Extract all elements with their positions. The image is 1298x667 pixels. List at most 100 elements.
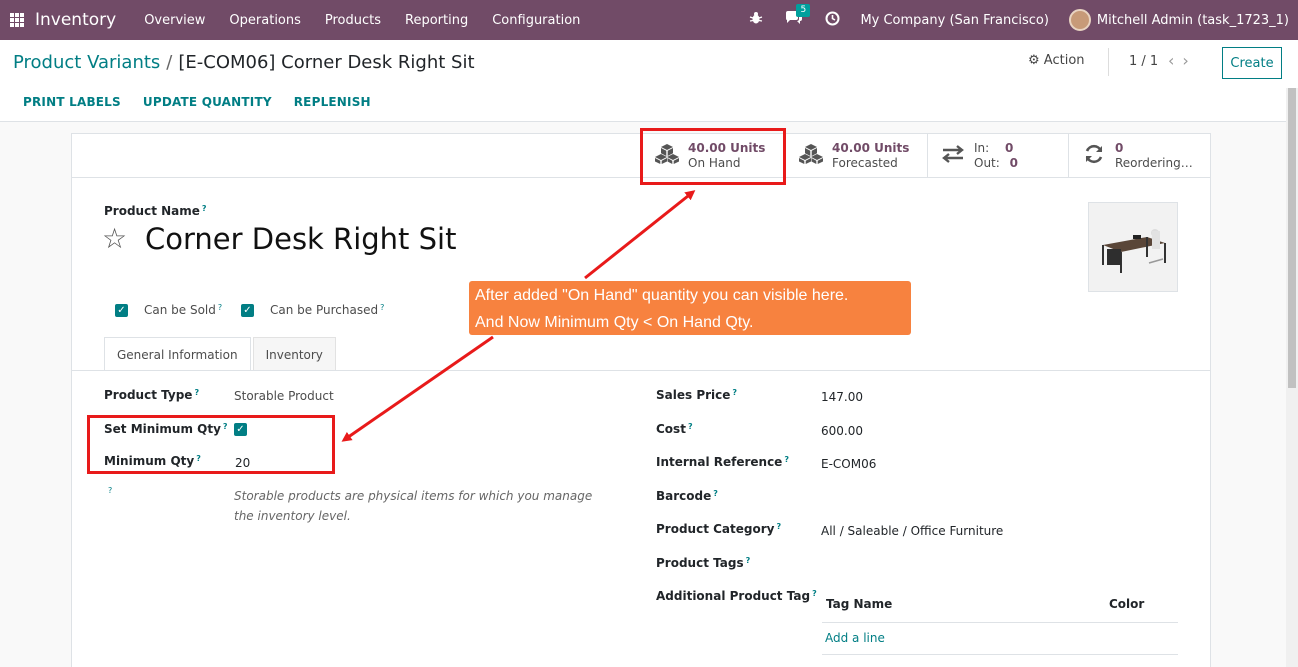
star-icon[interactable]: ☆ [102,222,127,255]
help-icon[interactable]: ? [194,388,199,397]
form-tabs: General Information Inventory [104,337,338,371]
help-icon[interactable]: ? [812,589,817,598]
exchange-arrows-icon [940,144,966,168]
pager-arrows: ‹› [1168,51,1197,70]
barcode-label: Barcode? [656,489,718,503]
bug-icon[interactable] [749,11,763,29]
in-value: 0 [1005,141,1014,155]
create-button[interactable]: Create [1222,47,1282,79]
product-type-label: Product Type? [104,388,200,402]
reorder-label: Reordering… [1115,156,1193,170]
help-icon[interactable]: ? [688,422,693,431]
tag-name-column[interactable]: Tag Name [826,597,892,611]
help-icon[interactable]: ? [746,556,751,565]
user-avatar[interactable] [1068,9,1091,31]
reordering-button[interactable]: 0 Reordering… [1068,134,1210,178]
pager-value[interactable]: 1 / 1 [1129,54,1158,69]
chevron-right-icon[interactable]: › [1182,51,1196,70]
reorder-value: 0 [1115,141,1124,155]
pager-divider [1108,48,1109,76]
company-switcher[interactable]: My Company (San Francisco) [860,13,1048,28]
top-navbar: Inventory Overview Operations Products R… [0,0,1298,40]
can-be-purchased-label: Can be Purchased? [270,303,385,317]
help-icon[interactable]: ? [108,486,112,495]
menu-products[interactable]: Products [325,13,381,28]
action-label: Action [1043,53,1085,68]
cubes-icon [798,143,824,170]
add-line-row: Add a line [822,623,1178,655]
annotation-callout: After added "On Hand" quantity you can v… [469,281,911,335]
internal-ref-label: Internal Reference? [656,455,789,469]
additional-tag-label: Additional Product Tag? [656,589,817,603]
update-quantity-button[interactable]: UPDATE QUANTITY [143,95,272,109]
desk-image [1089,203,1177,291]
callout-line-1: After added "On Hand" quantity you can v… [475,287,849,304]
menu-overview[interactable]: Overview [144,13,205,28]
action-button[interactable]: ⚙ Action [1028,53,1085,68]
product-tags-label: Product Tags? [656,556,751,570]
breadcrumb-parent[interactable]: Product Variants [13,52,160,73]
add-line-link[interactable]: Add a line [825,631,885,645]
product-image[interactable] [1088,202,1178,292]
product-name[interactable]: Corner Desk Right Sit [145,222,456,256]
replenish-button[interactable]: REPLENISH [294,95,371,109]
help-icon[interactable]: ? [732,388,737,397]
sales-price-value[interactable]: 147.00 [821,390,863,404]
print-labels-button[interactable]: PRINT LABELS [23,95,121,109]
form-toolbar: PRINT LABELS UPDATE QUANTITY REPLENISH [23,95,393,109]
forecasted-button[interactable]: 40.00 Units Forecasted [785,134,927,178]
highlight-min-qty [87,415,335,474]
product-type-value[interactable]: Storable Product [234,389,334,403]
form-sheet: 40.00 Units On Hand 40.00 Units Forecast… [71,133,1211,667]
tag-table-header: Tag Name Color [822,589,1178,623]
menu-operations[interactable]: Operations [229,13,300,28]
clock-icon[interactable] [825,11,840,30]
help-icon[interactable]: ? [784,455,789,464]
scrollbar-thumb[interactable] [1288,88,1296,388]
tag-table: Tag Name Color Add a line [822,589,1178,655]
cost-label: Cost? [656,422,693,436]
gear-icon: ⚙ [1028,53,1040,68]
control-panel: Product Variants / [E-COM06] Corner Desk R… [0,40,1298,122]
chevron-left-icon[interactable]: ‹ [1168,51,1182,70]
menu-reporting[interactable]: Reporting [405,13,468,28]
forecast-value: 40.00 Units [832,141,910,155]
page-scrollbar[interactable] [1286,88,1298,667]
tabs-divider [72,370,1210,371]
can-be-purchased-checkbox[interactable]: ✓ [241,304,254,317]
forecast-label: Forecasted [832,156,898,170]
product-category-value[interactable]: All / Saleable / Office Furniture [821,524,1003,538]
help-icon[interactable]: ? [380,303,384,312]
product-name-label: Product Name? [104,204,207,218]
can-be-sold-checkbox[interactable]: ✓ [115,304,128,317]
tab-inventory[interactable]: Inventory [252,337,336,371]
chat-badge: 5 [796,3,811,17]
callout-line-2: And Now Minimum Qty < On Hand Qty. [475,314,754,331]
highlight-on-hand [640,128,786,185]
product-type-help: Storable products are physical items for… [234,489,593,523]
refresh-icon [1081,143,1107,170]
out-label: Out: [974,156,1000,170]
tab-general-information[interactable]: General Information [104,337,251,371]
user-menu[interactable]: Mitchell Admin (task_1723_1) [1097,13,1289,28]
in-out-button[interactable]: In: 0 Out: 0 [927,134,1068,178]
help-icon[interactable]: ? [713,489,718,498]
in-label: In: [974,141,990,155]
internal-ref-value[interactable]: E-COM06 [821,457,876,471]
apps-grid-icon[interactable] [10,13,24,27]
help-icon[interactable]: ? [218,303,222,312]
app-brand[interactable]: Inventory [35,10,116,30]
menu-configuration[interactable]: Configuration [492,13,580,28]
sales-price-label: Sales Price? [656,388,738,402]
breadcrumb-current: [E-COM06] Corner Desk Right Sit [178,52,475,73]
can-be-sold-label: Can be Sold? [144,303,223,317]
help-icon[interactable]: ? [776,522,781,531]
tag-color-column[interactable]: Color [1109,597,1144,611]
cost-value[interactable]: 600.00 [821,424,863,438]
breadcrumb: Product Variants / [E-COM06] Corner Desk R… [13,52,475,73]
chat-icon[interactable]: 5 [785,3,811,30]
help-icon[interactable]: ? [202,204,207,213]
out-value: 0 [1009,156,1018,170]
breadcrumb-separator: / [166,52,173,73]
product-category-label: Product Category? [656,522,782,536]
